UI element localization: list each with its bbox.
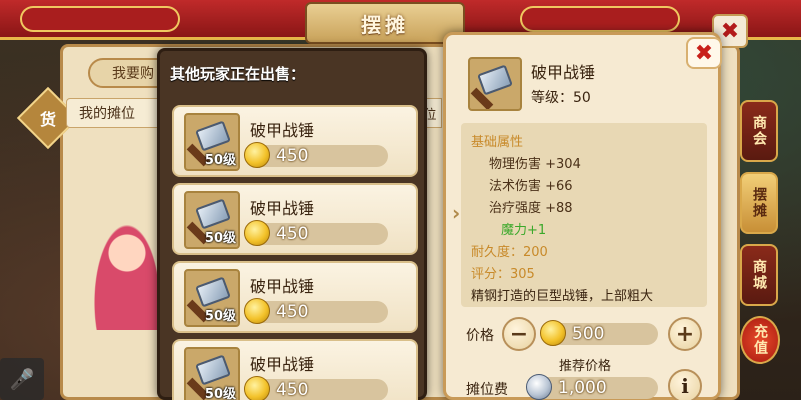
war-hammer-icon: 50级 xyxy=(184,113,240,171)
gold-coin-icon xyxy=(244,142,270,168)
item-price-bar: 450 xyxy=(244,142,388,168)
side-tab-recharge[interactable]: 充值 xyxy=(740,316,780,364)
detail-close-button[interactable]: ✖ xyxy=(686,37,722,69)
item-name: 破甲战锤 xyxy=(250,199,315,218)
info-button[interactable]: i xyxy=(668,369,702,400)
stall-fee-bar: 1,000 xyxy=(526,374,658,400)
detail-item-name: 破甲战锤 xyxy=(531,63,596,82)
listing-panel: 其他玩家正在出售： 50级 破甲战锤 450 50级 破甲战锤 450 50级 … xyxy=(157,48,427,400)
ribbon-decoration xyxy=(520,6,680,32)
increase-price-button[interactable]: + xyxy=(668,317,702,351)
war-hammer-icon xyxy=(468,57,522,111)
side-tab-mall[interactable]: 商城 xyxy=(740,244,778,306)
window-title-plaque: 摆摊 xyxy=(305,2,465,44)
attr-header: 基础属性 xyxy=(471,135,524,150)
side-tab-stall[interactable]: 摆摊 xyxy=(740,172,778,234)
close-icon: ✖ xyxy=(694,40,714,66)
price-label: 价格 xyxy=(466,328,494,344)
item-level: 50级 xyxy=(204,231,236,246)
attr-score: 评分：305 xyxy=(471,267,535,282)
silver-coin-icon xyxy=(526,374,552,400)
attr-stat: 物理伤害 +304 xyxy=(489,157,581,172)
stall-fee-value: 1,000 xyxy=(558,378,607,398)
list-item[interactable]: 50级 破甲战锤 450 xyxy=(172,105,418,177)
war-hammer-icon: 50级 xyxy=(184,269,240,327)
attr-stat: 治疗强度 +88 xyxy=(489,201,573,216)
decrease-price-button[interactable]: − xyxy=(502,317,536,351)
item-level: 50级 xyxy=(204,153,236,168)
listing-list[interactable]: 50级 破甲战锤 450 50级 破甲战锤 450 50级 破甲战锤 450 5… xyxy=(172,97,418,400)
side-tab-chamber[interactable]: 商会 xyxy=(740,100,778,162)
ribbon-decoration xyxy=(20,6,180,32)
gold-coin-icon xyxy=(244,298,270,324)
item-name: 破甲战锤 xyxy=(250,277,315,296)
my-stall-label: 我的摊位 xyxy=(79,106,135,122)
gold-coin-icon xyxy=(244,376,270,400)
character-portrait xyxy=(92,220,162,330)
stall-fee-label: 摊位费 xyxy=(466,382,508,398)
item-detail-panel: ✖ 破甲战锤 等级：50 基础属性 物理伤害 +304 法术伤害 +66 治疗强… xyxy=(443,32,722,400)
list-item[interactable]: 50级 破甲战锤 450 xyxy=(172,261,418,333)
gold-coin-icon xyxy=(540,320,566,346)
price-input[interactable]: 500 xyxy=(540,320,658,346)
detail-item-level: 等级：50 xyxy=(531,90,591,106)
seal-char: 货 xyxy=(39,110,56,129)
item-price: 450 xyxy=(276,224,309,244)
microphone-icon[interactable]: 🎤 xyxy=(0,358,44,400)
item-price: 450 xyxy=(276,146,309,166)
list-item[interactable]: 50级 破甲战锤 450 xyxy=(172,183,418,255)
item-description: 精钢打造的巨型战锤，上部粗大 xyxy=(471,289,654,304)
item-price-bar: 450 xyxy=(244,220,388,246)
item-price-bar: 450 xyxy=(244,376,388,400)
item-price: 450 xyxy=(276,380,309,400)
attribute-box: 基础属性 物理伤害 +304 法术伤害 +66 治疗强度 +88 魔力+1 耐久… xyxy=(461,123,707,307)
side-nav: 商会 摆摊 商城 充值 xyxy=(740,100,782,364)
war-hammer-icon: 50级 xyxy=(184,347,240,400)
attr-durability: 耐久度：200 xyxy=(471,245,548,260)
plus-icon: + xyxy=(675,321,695,347)
item-name: 破甲战锤 xyxy=(250,355,315,374)
price-value: 500 xyxy=(572,324,605,344)
attr-magic: 魔力+1 xyxy=(501,223,547,238)
item-price: 450 xyxy=(276,302,309,322)
item-level: 50级 xyxy=(204,387,236,400)
info-icon: i xyxy=(681,374,689,398)
chevron-right-icon: › xyxy=(452,201,461,225)
list-item[interactable]: 50级 破甲战锤 450 xyxy=(172,339,418,400)
item-price-bar: 450 xyxy=(244,298,388,324)
gold-coin-icon xyxy=(244,220,270,246)
attr-stat: 法术伤害 +66 xyxy=(489,179,573,194)
item-name: 破甲战锤 xyxy=(250,121,315,140)
window-title: 摆摊 xyxy=(361,12,409,37)
minus-icon: − xyxy=(509,321,529,347)
item-level: 50级 xyxy=(204,309,236,324)
war-hammer-icon: 50级 xyxy=(184,191,240,249)
listing-title: 其他玩家正在出售： xyxy=(170,65,306,83)
close-icon: ✖ xyxy=(720,18,740,44)
